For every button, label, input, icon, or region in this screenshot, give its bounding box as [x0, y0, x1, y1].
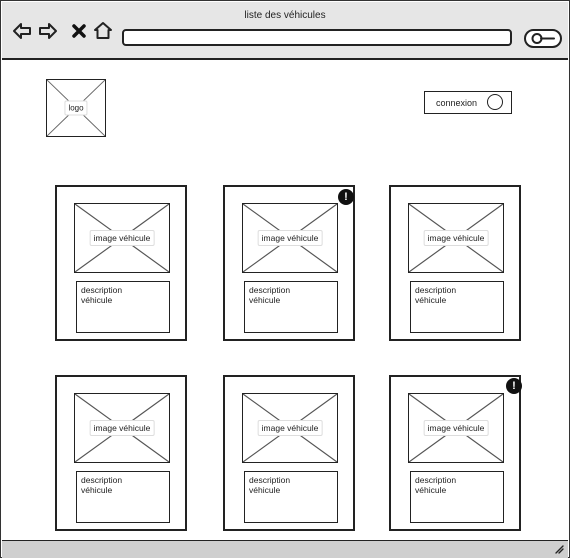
- vehicle-card[interactable]: image véhicule description véhicule: [55, 185, 187, 341]
- vehicle-description: description véhicule: [244, 281, 338, 333]
- vehicle-image-label: image véhicule: [257, 230, 323, 246]
- vehicle-card[interactable]: image véhicule description véhicule: [389, 185, 521, 341]
- vehicle-image: image véhicule: [408, 203, 504, 273]
- vehicle-image-label: image véhicule: [423, 420, 489, 436]
- login-label: connexion: [436, 98, 478, 108]
- search-icon: [531, 33, 555, 44]
- vehicle-image: image véhicule: [242, 393, 338, 463]
- toggle-circle-icon: [487, 94, 503, 110]
- resize-grip-icon[interactable]: [554, 544, 564, 554]
- vehicle-image: image véhicule: [242, 203, 338, 273]
- logo-label: logo: [64, 100, 88, 116]
- back-arrow-icon[interactable]: [12, 21, 32, 41]
- url-bar[interactable]: [122, 29, 512, 48]
- vehicle-image: image véhicule: [408, 393, 504, 463]
- window-title: liste des véhicules: [244, 10, 326, 21]
- home-icon[interactable]: [93, 21, 113, 41]
- vehicle-description: description véhicule: [76, 471, 170, 523]
- alert-badge-icon: !: [506, 378, 522, 394]
- close-icon[interactable]: [69, 21, 89, 41]
- vehicle-description: description véhicule: [410, 281, 504, 333]
- vehicle-image-label: image véhicule: [257, 420, 323, 436]
- vehicle-image-label: image véhicule: [89, 420, 155, 436]
- vehicle-image-label: image véhicule: [423, 230, 489, 246]
- vehicle-image: image véhicule: [74, 203, 170, 273]
- alert-badge-icon: !: [338, 189, 354, 205]
- vehicle-description: description véhicule: [76, 281, 170, 333]
- vehicle-card[interactable]: image véhicule description véhicule: [55, 375, 187, 531]
- vehicle-description: description véhicule: [410, 471, 504, 523]
- vehicle-card[interactable]: image véhicule description véhicule: [223, 185, 355, 341]
- vehicle-description: description véhicule: [244, 471, 338, 523]
- vehicle-image-label: image véhicule: [89, 230, 155, 246]
- url-input[interactable]: [124, 34, 510, 48]
- vehicle-image: image véhicule: [74, 393, 170, 463]
- browser-toolbar: liste des véhicules: [2, 2, 568, 60]
- browser-window: liste des véhicules logo connexion image…: [0, 0, 570, 558]
- search-button[interactable]: [524, 29, 562, 48]
- login-button[interactable]: connexion: [424, 91, 512, 114]
- vehicle-card[interactable]: image véhicule description véhicule: [223, 375, 355, 531]
- forward-arrow-icon[interactable]: [38, 21, 58, 41]
- vehicle-card[interactable]: image véhicule description véhicule: [389, 375, 521, 531]
- logo[interactable]: logo: [46, 79, 106, 137]
- status-bar: [2, 540, 568, 558]
